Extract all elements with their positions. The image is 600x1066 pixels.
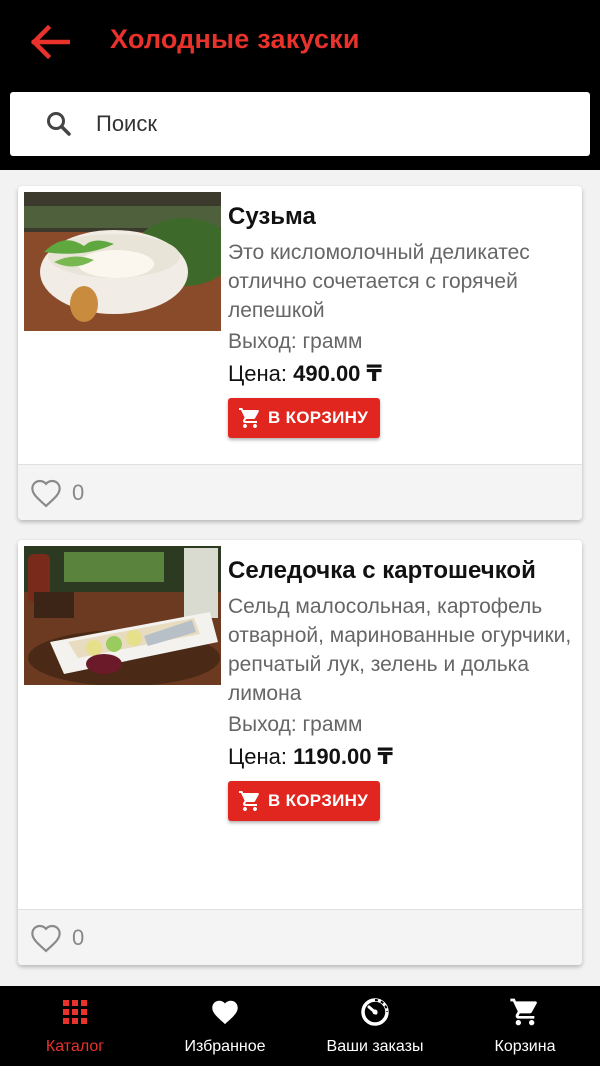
product-list[interactable]: Сузьма Это кисломолочный деликатес отлич… <box>0 170 600 986</box>
heart-outline-icon <box>31 479 61 507</box>
nav-favorites[interactable]: Избранное <box>150 986 300 1066</box>
product-image-suzma[interactable] <box>24 192 221 331</box>
nav-cart[interactable]: Корзина <box>450 986 600 1066</box>
add-to-cart-button[interactable]: В КОРЗИНУ <box>228 781 381 821</box>
cart-icon <box>239 408 259 428</box>
nav-cart-label: Корзина <box>494 1038 556 1055</box>
add-to-cart-label: В КОРЗИНУ <box>268 791 369 810</box>
heart-icon <box>212 1000 238 1025</box>
price-value: 490.00 ₸ <box>293 361 382 386</box>
product-name: Сузьма <box>228 203 316 230</box>
nav-favorites-label: Избранное <box>184 1038 266 1055</box>
product-info: Сузьма Это кисломолочный деликатес отлич… <box>228 186 582 438</box>
product-weight: Выход: грамм <box>228 330 363 353</box>
product-weight: Выход: грамм <box>228 713 363 736</box>
page-title: Холодные закуски <box>110 24 360 54</box>
price-label: Цена: <box>228 744 294 769</box>
favorite-button[interactable] <box>28 475 64 511</box>
nav-orders-label: Ваши заказы <box>326 1038 424 1055</box>
price-label: Цена: <box>228 361 294 386</box>
product-card[interactable]: Селедочка с картошечкой Сельд малосольна… <box>18 540 582 965</box>
likes-count: 0 <box>72 924 85 950</box>
product-description: Это кисломолочный деликатес отлично соче… <box>228 241 530 322</box>
add-to-cart-label: В КОРЗИНУ <box>268 408 369 427</box>
heart-outline-icon <box>31 924 61 952</box>
back-button[interactable] <box>28 22 72 62</box>
nav-catalog[interactable]: Каталог <box>0 986 150 1066</box>
favorite-button[interactable] <box>28 920 64 956</box>
price-value: 1190.00 ₸ <box>293 744 393 769</box>
cart-icon <box>239 791 259 811</box>
search-icon <box>47 112 71 136</box>
cart-icon <box>510 998 537 1026</box>
product-info: Селедочка с картошечкой Сельд малосольна… <box>228 540 582 821</box>
likes-count: 0 <box>72 479 85 505</box>
product-price: Цена: 490.00 ₸ <box>228 358 574 390</box>
product-name: Селедочка с картошечкой <box>228 557 536 584</box>
add-to-cart-button[interactable]: В КОРЗИНУ <box>228 398 381 438</box>
nav-orders[interactable]: Ваши заказы <box>300 986 450 1066</box>
product-card[interactable]: Сузьма Это кисломолочный деликатес отлич… <box>18 186 582 520</box>
product-image-herring[interactable] <box>24 546 221 685</box>
search-bar[interactable] <box>10 92 590 156</box>
search-input[interactable] <box>96 111 556 137</box>
nav-catalog-label: Каталог <box>45 1038 105 1055</box>
bottom-navigation: Каталог Избранное Ваши заказы Корзина <box>0 986 600 1066</box>
orders-timer-icon <box>361 998 389 1026</box>
product-price: Цена: 1190.00 ₸ <box>228 741 574 773</box>
product-description: Сельд малосольная, картофель отварной, м… <box>228 595 572 705</box>
arrow-left-icon <box>30 25 70 59</box>
card-footer: 0 <box>18 464 582 520</box>
card-footer: 0 <box>18 909 582 965</box>
grid-icon <box>63 1000 87 1024</box>
app-bar: Холодные закуски <box>0 0 600 170</box>
